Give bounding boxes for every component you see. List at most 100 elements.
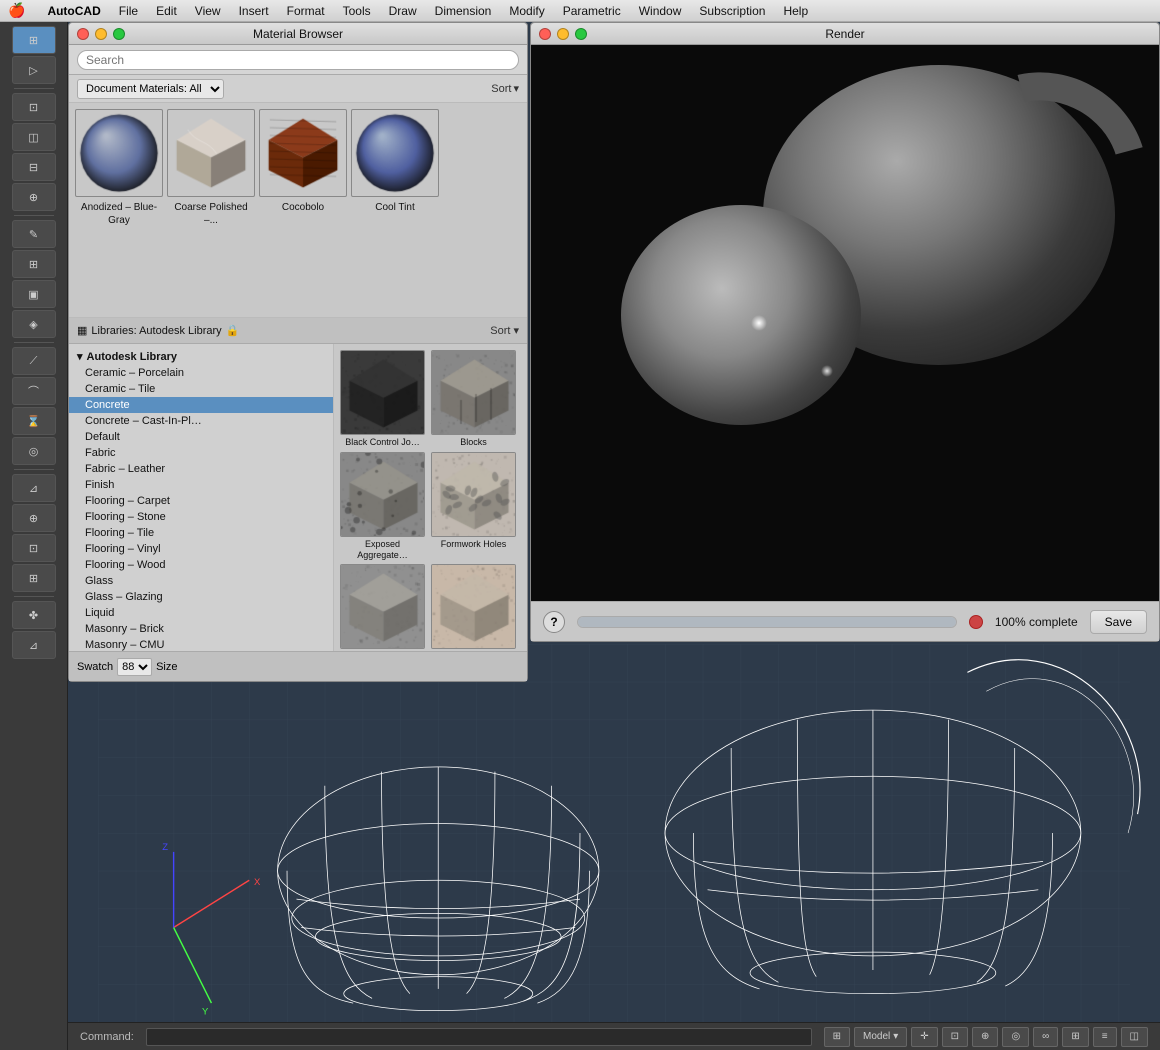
menu-format[interactable]: Format [287,4,325,18]
menu-parametric[interactable]: Parametric [563,4,621,18]
maximize-button[interactable] [113,28,125,40]
render-progress-fill [578,617,956,627]
tree-item-liquid[interactable]: Liquid [69,605,333,621]
tree-item-fabric-leather[interactable]: Fabric – Leather [69,461,333,477]
snap-button[interactable]: ✛ [911,1027,937,1047]
search-input[interactable] [77,50,519,70]
tree-item-flooring-tile[interactable]: Flooring – Tile [69,525,333,541]
toolbar-btn-8[interactable]: ⊞ [12,250,56,278]
minimize-button[interactable] [95,28,107,40]
tree-item-ceramic-tile[interactable]: Ceramic – Tile [69,381,333,397]
model-button[interactable]: Model ▾ [854,1027,907,1047]
tree-item-concrete[interactable]: Concrete [69,397,333,413]
toolbar-btn-15[interactable]: ⊿ [12,474,56,502]
render-viewport [531,45,1159,601]
toolbar-btn-16[interactable]: ⊕ [12,504,56,532]
render-close-button[interactable] [539,28,551,40]
libraries-section: ▦ Libraries: Autodesk Library 🔒 Sort ▾ ▾… [69,318,527,651]
toolbar-btn-9[interactable]: ▣ [12,280,56,308]
tree-item-masonry-brick[interactable]: Masonry – Brick [69,621,333,637]
toolbar-btn-18[interactable]: ⊞ [12,564,56,592]
toolbar-btn-19[interactable]: ✤ [12,601,56,629]
tree-item-ceramic-porcelain[interactable]: Ceramic – Porcelain [69,365,333,381]
tree-item-glass-glazing[interactable]: Glass – Glazing [69,589,333,605]
polar-button[interactable]: ⊕ [972,1027,998,1047]
material-browser: Material Browser Document Materials: All… [68,22,528,682]
render-minimize-button[interactable] [557,28,569,40]
grid-toggle-button[interactable]: ⊞ [824,1027,850,1047]
osnap-button[interactable]: ◎ [1002,1027,1029,1047]
toolbar-btn-3[interactable]: ⊡ [12,93,56,121]
lib-material-industrial[interactable]: Industrial Floor [340,564,425,651]
toolbar-btn-12[interactable]: ⌒ [12,377,56,405]
tree-item-default[interactable]: Default [69,429,333,445]
tree-item-flooring-stone[interactable]: Flooring – Stone [69,509,333,525]
document-materials-filter[interactable]: Document Materials: All [77,79,224,99]
toolbar-btn-5[interactable]: ⊟ [12,153,56,181]
tree-item-concrete-cast[interactable]: Concrete – Cast-In-Pl… [69,413,333,429]
transparency-button[interactable]: ◫ [1121,1027,1148,1047]
material-item-coarse[interactable]: Coarse Polished –... [167,109,255,311]
menu-tools[interactable]: Tools [343,4,371,18]
toolbar-btn-10[interactable]: ◈ [12,310,56,338]
tree-item-flooring-vinyl[interactable]: Flooring – Vinyl [69,541,333,557]
toolbar-btn-4[interactable]: ◫ [12,123,56,151]
sort-button[interactable]: Sort ▾ [491,82,519,95]
cancel-render-button[interactable] [969,615,983,629]
material-item-cooltint[interactable]: Cool Tint [351,109,439,311]
lib-mat-row-2: Exposed Aggregate… Formwork Holes [340,452,521,561]
libraries-sort-button[interactable]: Sort ▾ [490,324,519,337]
lib-label-blocks: Blocks [460,437,487,448]
swatch-size-select[interactable]: 88 [117,658,152,676]
menu-insert[interactable]: Insert [239,4,269,18]
toolbar-btn-2[interactable]: ▷ [12,56,56,84]
toolbar-btn-13[interactable]: ⌛ [12,407,56,435]
menu-draw[interactable]: Draw [389,4,417,18]
tree-item-finish[interactable]: Finish [69,477,333,493]
toolbar-btn-14[interactable]: ◎ [12,437,56,465]
toolbar-btn-11[interactable]: ⟋ [12,347,56,375]
menu-modify[interactable]: Modify [509,4,544,18]
help-button[interactable]: ? [543,611,565,633]
lib-material-exposed[interactable]: Exposed Aggregate… [340,452,425,561]
menu-edit[interactable]: Edit [156,4,177,18]
toolbar-btn-6[interactable]: ⊕ [12,183,56,211]
tree-item-fabric[interactable]: Fabric [69,445,333,461]
lib-material-nonuniform[interactable]: Non-Uniform –… [431,564,516,651]
toolbar-btn-17[interactable]: ⊡ [12,534,56,562]
toolbar-btn-20[interactable]: ⊿ [12,631,56,659]
menu-view[interactable]: View [195,4,221,18]
menu-dimension[interactable]: Dimension [435,4,492,18]
close-button[interactable] [77,28,89,40]
apple-menu[interactable]: 🍎 [8,2,25,19]
tree-item-flooring-wood[interactable]: Flooring – Wood [69,557,333,573]
tree-item-masonry-cmu[interactable]: Masonry – CMU [69,637,333,651]
otrack-button[interactable]: ∞ [1033,1027,1058,1047]
menu-help[interactable]: Help [783,4,808,18]
tree-item-glass[interactable]: Glass [69,573,333,589]
toolbar-btn-1[interactable]: ⊞ [12,26,56,54]
tree-item-flooring-carpet[interactable]: Flooring – Carpet [69,493,333,509]
menu-window[interactable]: Window [639,4,682,18]
lib-material-blocks[interactable]: Blocks [431,350,516,448]
toolbar-btn-7[interactable]: ✎ [12,220,56,248]
autodesk-library-header[interactable]: ▾ Autodesk Library [69,348,333,365]
menu-subscription[interactable]: Subscription [699,4,765,18]
ortho-button[interactable]: ⊡ [942,1027,968,1047]
lib-label-black-control: Black Control Jo… [345,437,420,448]
lock-icon: 🔒 [226,324,240,337]
svg-text:Y: Y [202,1006,209,1017]
lib-material-black-control[interactable]: Black Control Jo… [340,350,425,448]
command-input[interactable] [146,1028,812,1046]
render-maximize-button[interactable] [575,28,587,40]
lib-material-formwork[interactable]: Formwork Holes [431,452,516,561]
material-item-cocobolo[interactable]: Cocobolo [259,109,347,311]
ducs-button[interactable]: ⊞ [1062,1027,1088,1047]
render-shape-front [621,205,861,425]
size-label: Size [156,661,177,673]
lineweight-button[interactable]: ≡ [1093,1027,1117,1047]
lib-mat-row-3: Industrial Floor Non-Uniform –… [340,564,521,651]
material-item-anodized[interactable]: Anodized – Blue-Gray [75,109,163,311]
menu-file[interactable]: File [119,4,138,18]
save-render-button[interactable]: Save [1090,610,1147,634]
